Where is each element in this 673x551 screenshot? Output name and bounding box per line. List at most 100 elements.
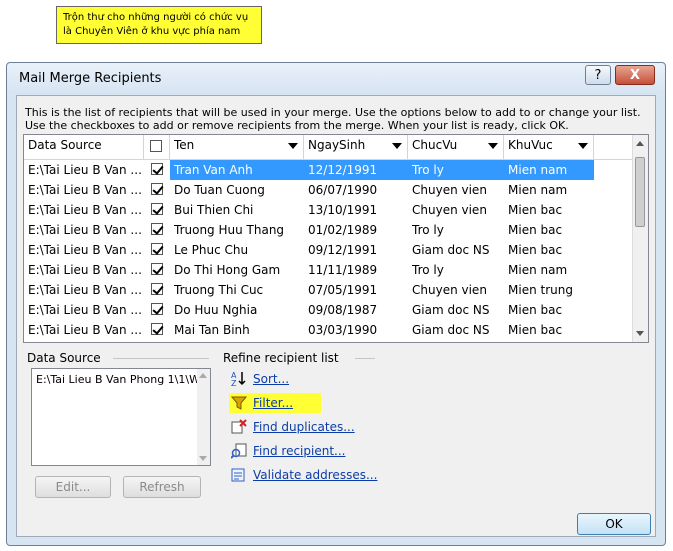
cell-source: E:\Tai Lieu B Van ... (28, 243, 142, 257)
refresh-button[interactable]: Refresh (123, 476, 201, 498)
row-checkbox[interactable] (151, 263, 163, 275)
header-chucvu[interactable]: ChucVu (408, 135, 504, 159)
row-checkbox[interactable] (151, 203, 163, 215)
cell-dob: 11/11/1989 (308, 263, 378, 277)
row-checkbox[interactable] (151, 323, 163, 335)
edit-button[interactable]: Edit... (35, 476, 111, 498)
cell-dob: 06/07/1990 (308, 183, 378, 197)
table-row[interactable]: E:\Tai Lieu B Van ... Truong Huu Thang 01/… (24, 220, 634, 240)
find-duplicates-link[interactable]: Find duplicates... (253, 420, 355, 434)
header-ngaysinh[interactable]: NgaySinh (304, 135, 408, 159)
cell-name: Do Tuan Cuong (174, 183, 265, 197)
row-checkbox[interactable] (151, 223, 163, 235)
table-row[interactable]: E:\Tai Lieu B Van ... Le Phuc Chu 09/12/19… (24, 240, 634, 260)
note-line-2: là Chuyên Viên ở khu vực phía nam (63, 26, 241, 37)
select-all-checkbox[interactable] (150, 140, 162, 152)
data-source-scrollbar[interactable] (197, 369, 210, 465)
sort-link[interactable]: Sort... (253, 372, 289, 386)
table-row[interactable]: E:\Tai Lieu B Van ... Tran Van Anh 12/12/1… (24, 160, 634, 180)
cell-name: Truong Thi Cuc (174, 283, 264, 297)
scroll-down-icon[interactable] (199, 456, 207, 461)
ok-button[interactable]: OK (577, 513, 651, 535)
cell-dob: 09/08/1987 (308, 303, 378, 317)
row-checkbox[interactable] (151, 163, 163, 175)
cell-role: Tro ly (412, 263, 444, 277)
cell-source: E:\Tai Lieu B Van ... (28, 283, 142, 297)
cell-source: E:\Tai Lieu B Van ... (28, 323, 142, 337)
help-button[interactable]: ? (585, 65, 611, 85)
header-select-all[interactable] (144, 135, 170, 159)
scroll-up-icon[interactable] (199, 373, 207, 378)
cell-dob: 03/03/1990 (308, 323, 378, 337)
cell-role: Giam doc NS (412, 243, 490, 257)
filter-icon (231, 396, 247, 410)
close-button[interactable]: X (615, 65, 655, 85)
find-recipient-icon (231, 443, 247, 459)
mail-merge-dialog: Mail Merge Recipients ? X This is the li… (6, 62, 666, 546)
table-header: Data Source Ten NgaySinh ChucVu KhuVuc (24, 135, 634, 160)
cell-dob: 12/12/1991 (304, 160, 408, 180)
cell-checkbox (144, 200, 170, 220)
refine-label: Refine recipient list (223, 351, 339, 365)
table-row[interactable]: E:\Tai Lieu B Van ... Do Thi Hong Gam 11/1… (24, 260, 634, 280)
header-data-source[interactable]: Data Source (24, 135, 144, 159)
cell-role: Chuyen vien (412, 203, 487, 217)
dropdown-arrow-icon[interactable] (392, 143, 402, 149)
row-checkbox[interactable] (151, 183, 163, 195)
scroll-up-icon[interactable] (636, 141, 644, 146)
cell-source: E:\Tai Lieu B Van ... (28, 223, 142, 237)
filter-link[interactable]: Filter... (253, 396, 293, 410)
row-checkbox[interactable] (151, 243, 163, 255)
cell-dob: 07/05/1991 (308, 283, 378, 297)
validate-addresses-link[interactable]: Validate addresses... (253, 468, 377, 482)
dialog-client: This is the list of recipients that will… (16, 95, 656, 537)
cell-role: Giam doc NS (412, 303, 490, 317)
cell-checkbox (144, 320, 170, 340)
cell-name: Truong Huu Thang (174, 223, 285, 237)
cell-region: Mien nam (508, 183, 568, 197)
cell-checkbox (144, 300, 170, 320)
cell-role: Chuyen vien (412, 183, 487, 197)
dropdown-arrow-icon[interactable] (578, 143, 588, 149)
cell-source: E:\Tai Lieu B Van ... (28, 163, 142, 177)
table-row[interactable]: E:\Tai Lieu B Van ... Truong Thi Cuc 07/05… (24, 280, 634, 300)
cell-role: Giam doc NS (412, 323, 490, 337)
scroll-down-icon[interactable] (636, 331, 644, 336)
cell-dob: 01/02/1989 (308, 223, 378, 237)
table-row[interactable]: E:\Tai Lieu B Van ... Do Huu Nghia 09/08/1… (24, 300, 634, 320)
cell-region: Mien bac (508, 303, 563, 317)
table-row[interactable]: E:\Tai Lieu B Van ... Bui Thien Chi 13/10/… (24, 200, 634, 220)
sort-icon: A Z (231, 371, 246, 386)
cell-checkbox (144, 180, 170, 200)
note-line-1: Trộn thư cho những người có chức vụ (63, 12, 249, 23)
cell-dob: 13/10/1991 (308, 203, 378, 217)
data-source-label: Data Source (27, 351, 101, 365)
cell-role: Chuyen vien (412, 283, 487, 297)
table-row[interactable]: E:\Tai Lieu B Van ... Mai Tan Binh 03/03/1… (24, 320, 634, 340)
cell-region: Mien bac (508, 203, 563, 217)
header-khuvuc[interactable]: KhuVuc (504, 135, 594, 159)
cell-name: Do Huu Nghia (174, 303, 258, 317)
dropdown-arrow-icon[interactable] (288, 143, 298, 149)
cell-checkbox (144, 240, 170, 260)
data-source-list[interactable]: E:\Tai Lieu B Van Phong 1\1\W (31, 368, 211, 466)
group-divider (355, 358, 375, 359)
scroll-thumb[interactable] (635, 157, 645, 227)
cell-region: Mien nam (504, 160, 594, 180)
cell-region: Mien bac (508, 243, 563, 257)
cell-region: Mien bac (508, 323, 563, 337)
row-checkbox[interactable] (151, 283, 163, 295)
table-row[interactable]: E:\Tai Lieu B Van ... Do Tuan Cuong 06/07/… (24, 180, 634, 200)
dropdown-arrow-icon[interactable] (488, 143, 498, 149)
cell-name: Mai Tan Binh (174, 323, 250, 337)
header-ten[interactable]: Ten (170, 135, 304, 159)
table-scrollbar[interactable] (632, 135, 648, 342)
cell-source: E:\Tai Lieu B Van ... (28, 203, 142, 217)
cell-name: Bui Thien Chi (174, 203, 254, 217)
cell-region: Mien nam (508, 263, 568, 277)
row-checkbox[interactable] (151, 303, 163, 315)
cell-name: Le Phuc Chu (174, 243, 249, 257)
cell-name: Do Thi Hong Gam (174, 263, 281, 277)
find-recipient-link[interactable]: Find recipient... (253, 444, 345, 458)
data-source-item[interactable]: E:\Tai Lieu B Van Phong 1\1\W (36, 373, 200, 386)
